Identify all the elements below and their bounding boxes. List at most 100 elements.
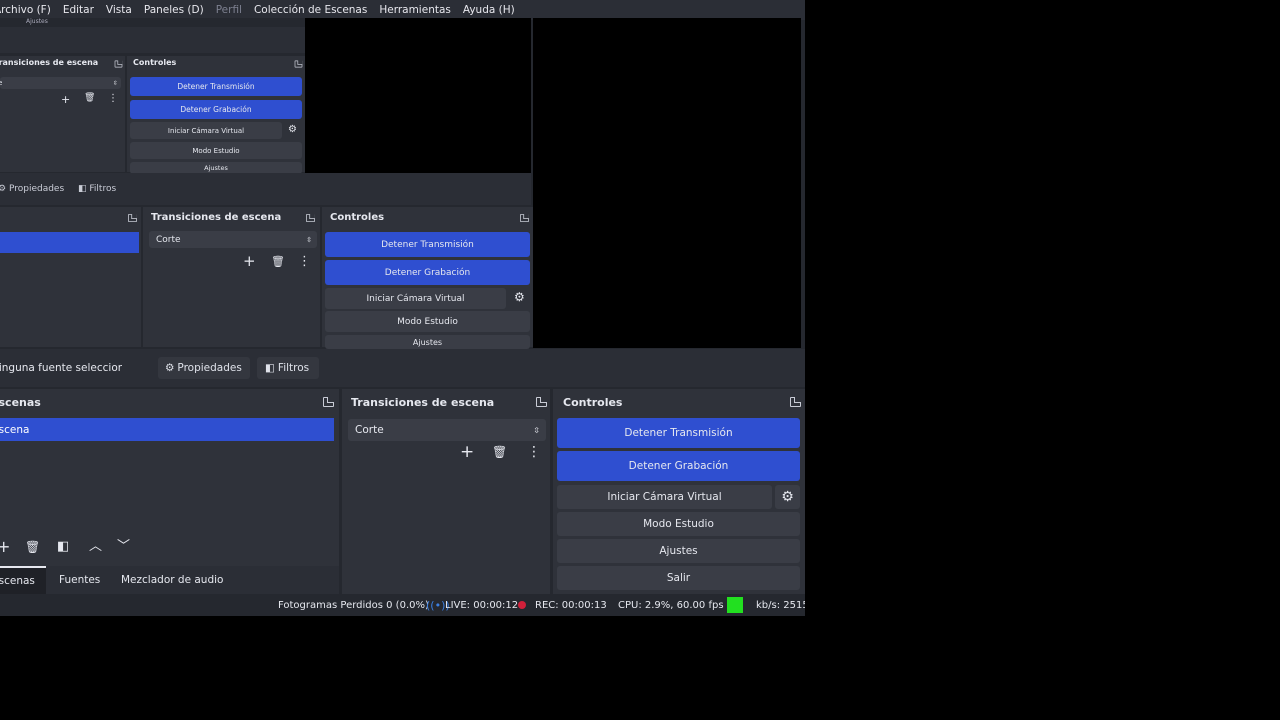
cpu-fps: CPU: 2.9%, 60.00 fps xyxy=(618,600,724,611)
tab-scenes-label: Escenas xyxy=(0,575,35,587)
scenes-title: Escenas xyxy=(0,396,41,409)
chevron-updown-icon: ⇳ xyxy=(306,235,312,244)
menu-archivo[interactable]: Archivo (F) xyxy=(0,4,51,16)
nested-small-transitions-panel: Transiciones de escena e ⇳ + 🗑 ⋮ xyxy=(0,56,125,172)
obs-window: Archivo (F) Editar Vista Paneles (D) Per… xyxy=(0,0,805,616)
trash-icon[interactable]: 🗑 xyxy=(492,446,507,458)
filter-icon: ◧ xyxy=(265,362,275,374)
nested-small-filters-label: Filtros xyxy=(89,184,117,194)
nested-small-controls-panel: Controles Detener Transmisión Detener Gr… xyxy=(127,56,305,174)
tab-scenes[interactable]: Escenas xyxy=(0,566,46,594)
transition-value: Corte xyxy=(355,424,384,436)
nested-small-transitions-title: Transiciones de escena xyxy=(0,58,99,67)
nested-small-virtual-cam-button[interactable]: Iniciar Cámara Virtual xyxy=(130,122,282,139)
nested-mid-studio-mode-button[interactable]: Modo Estudio xyxy=(325,311,530,332)
gear-icon: ⚙ xyxy=(781,489,794,505)
tab-audio-mixer[interactable]: Mezclador de audio xyxy=(121,566,223,594)
undock-icon[interactable] xyxy=(536,397,547,407)
plus-icon[interactable]: + xyxy=(0,539,10,555)
scenes-dock: Escenas Escena + 🗑 ◧ ︿ ﹀ xyxy=(0,389,339,594)
rec-time: REC: 00:00:13 xyxy=(535,600,607,611)
chevron-up-icon[interactable]: ︿ xyxy=(89,540,102,553)
plus-icon[interactable]: + xyxy=(460,444,474,461)
filters-button[interactable]: ◧ Filtros xyxy=(257,357,319,379)
filter-icon[interactable]: ◧ xyxy=(57,540,69,553)
nested-mid-scenes-panel xyxy=(0,207,141,347)
undock-icon[interactable] xyxy=(790,397,801,407)
nested-mid-virtual-cam-button[interactable]: Iniciar Cámara Virtual xyxy=(325,288,506,309)
menu-perfil[interactable]: Perfil xyxy=(216,4,242,16)
nested-small-filters-button[interactable]: ◧ Filtros xyxy=(78,184,116,194)
nested-small-properties-button[interactable]: ⚙ Propiedades xyxy=(0,184,64,194)
nested-small-studio-mode-button[interactable]: Modo Estudio xyxy=(130,142,302,159)
filter-icon: ◧ xyxy=(78,184,87,194)
trash-icon[interactable]: 🗑 xyxy=(25,541,40,553)
studio-mode-button[interactable]: Modo Estudio xyxy=(557,512,800,536)
menu-editar[interactable]: Editar xyxy=(63,4,94,16)
nested-small-ui: Ajustes Transiciones de escena e ⇳ + 🗑 ⋮ … xyxy=(0,18,305,174)
scene-item[interactable]: Escena xyxy=(0,418,334,441)
tab-sources[interactable]: Fuentes xyxy=(59,566,100,594)
menu-bar: Archivo (F) Editar Vista Paneles (D) Per… xyxy=(0,0,805,20)
chevron-down-icon[interactable]: ﹀ xyxy=(117,540,130,553)
nested-small-settings-top: Ajustes xyxy=(26,18,48,25)
nested-small-properties-label: Propiedades xyxy=(8,184,65,194)
rec-dot-icon xyxy=(518,601,526,609)
nested-small-stop-record-button[interactable]: Detener Grabación xyxy=(130,100,302,119)
nested-mid-transition-select[interactable]: Corte ⇳ xyxy=(149,231,317,248)
undock-icon[interactable] xyxy=(294,60,303,68)
menu-ayuda[interactable]: Ayuda (H) xyxy=(463,4,515,16)
nested-small-stop-stream-button[interactable]: Detener Transmisión xyxy=(130,77,302,96)
controls-dock: Controles Detener Transmisión Detener Gr… xyxy=(553,389,805,594)
stop-record-button[interactable]: Detener Grabación xyxy=(557,451,800,481)
transitions-title: Transiciones de escena xyxy=(351,396,495,409)
settings-button[interactable]: Ajustes xyxy=(557,539,800,563)
virtual-cam-button[interactable]: Iniciar Cámara Virtual xyxy=(557,485,772,509)
exit-button[interactable]: Salir xyxy=(557,566,800,590)
gear-icon[interactable]: ⚙ xyxy=(514,291,525,303)
nested-mid-settings-button[interactable]: Ajustes xyxy=(325,335,530,349)
properties-button[interactable]: ⚙ Propiedades xyxy=(158,357,250,379)
kebab-icon[interactable]: ⋮ xyxy=(108,94,118,104)
nested-small-strip xyxy=(0,27,305,53)
menu-herramientas[interactable]: Herramientas xyxy=(379,4,451,16)
nested-mid-scene-item-selected[interactable] xyxy=(0,232,139,253)
transitions-dock: Transiciones de escena Corte ⇳ + 🗑 ⋮ xyxy=(342,389,550,594)
undock-icon[interactable] xyxy=(520,214,529,222)
nested-small-transition-select[interactable]: e ⇳ xyxy=(0,77,121,89)
nested-mid-transitions-panel: Transiciones de escena Corte ⇳ + 🗑 ⋮ xyxy=(143,207,320,347)
nested-mid-stop-stream-button[interactable]: Detener Transmisión xyxy=(325,232,530,257)
chevron-updown-icon: ⇳ xyxy=(533,425,540,435)
menu-vista[interactable]: Vista xyxy=(106,4,132,16)
undock-icon[interactable] xyxy=(306,214,315,222)
live-time: LIVE: 00:00:12 xyxy=(445,600,519,611)
stop-stream-button[interactable]: Detener Transmisión xyxy=(557,418,800,448)
trash-icon[interactable]: 🗑 xyxy=(271,256,285,267)
menu-coleccion-escenas[interactable]: Colección de Escenas xyxy=(254,4,367,16)
properties-label: Propiedades xyxy=(177,362,242,374)
transition-select[interactable]: Corte ⇳ xyxy=(348,419,546,441)
undock-icon[interactable] xyxy=(114,60,123,68)
kebab-icon[interactable]: ⋮ xyxy=(298,255,311,268)
no-source-label: Ninguna fuente seleccionada xyxy=(0,362,122,374)
nested-mid-transitions-title: Transiciones de escena xyxy=(151,212,282,223)
nested-mid-controls-title: Controles xyxy=(330,212,385,223)
undock-icon[interactable] xyxy=(128,214,137,222)
undock-icon[interactable] xyxy=(323,397,334,407)
menu-paneles[interactable]: Paneles (D) xyxy=(144,4,204,16)
status-bar: Fotogramas Perdidos 0 (0.0%) ((•)) LIVE:… xyxy=(0,595,805,616)
preview-canvas[interactable] xyxy=(533,18,801,348)
dock-tabbar: Escenas Fuentes Mezclador de audio xyxy=(0,566,339,594)
dropped-frames: Fotogramas Perdidos 0 (0.0%) xyxy=(278,600,429,611)
virtual-cam-settings-button[interactable]: ⚙ xyxy=(775,485,800,509)
nested-small-controls-title: Controles xyxy=(133,58,177,67)
bitrate: kb/s: 2515 xyxy=(756,600,805,611)
trash-icon[interactable]: 🗑 xyxy=(84,94,95,103)
controls-title: Controles xyxy=(563,396,623,409)
plus-icon[interactable]: + xyxy=(243,254,256,269)
gear-icon[interactable]: ⚙ xyxy=(288,125,297,135)
kebab-icon[interactable]: ⋮ xyxy=(527,445,541,459)
nested-mid-transition-value: Corte xyxy=(156,234,181,245)
plus-icon[interactable]: + xyxy=(61,94,70,105)
nested-mid-stop-record-button[interactable]: Detener Grabación xyxy=(325,260,530,285)
